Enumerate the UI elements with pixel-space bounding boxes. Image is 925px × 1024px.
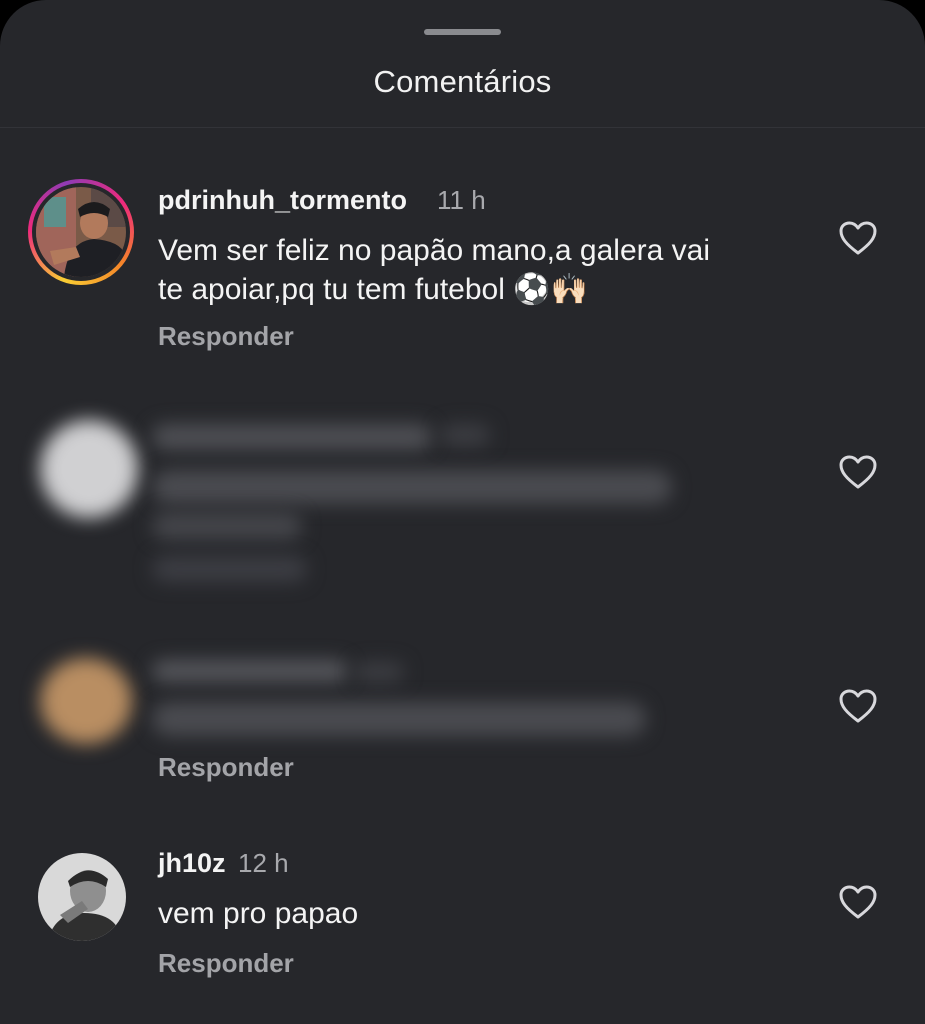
sheet-title: Comentários xyxy=(373,64,552,99)
avatar xyxy=(40,420,138,518)
heart-outline-icon[interactable] xyxy=(838,884,878,920)
header-divider xyxy=(0,127,925,128)
comment-username[interactable]: pdrinhuh_tormento xyxy=(158,185,407,216)
blurred-username xyxy=(152,424,432,450)
heart-outline-icon[interactable] xyxy=(838,220,878,256)
blurred-text-line xyxy=(152,512,302,540)
heart-outline-icon[interactable] xyxy=(838,688,878,724)
drag-handle[interactable] xyxy=(424,29,501,35)
comment-time: 12 h xyxy=(238,848,289,878)
heart-outline-icon[interactable] xyxy=(838,454,878,490)
blurred-text-line xyxy=(152,702,646,736)
blurred-username xyxy=(152,660,348,682)
comments-sheet: Comentários pdrinhuh_tormento 11 h Vem s… xyxy=(0,0,925,1024)
avatar[interactable] xyxy=(38,853,126,941)
avatar-story-ring[interactable] xyxy=(28,179,134,285)
blurred-reply xyxy=(152,556,307,582)
reply-button[interactable]: Responder xyxy=(158,948,294,979)
blurred-time xyxy=(354,662,404,682)
comment-time: 11 h xyxy=(437,185,486,215)
comment-text-line: te apoiar,pq tu tem futebol ⚽🙌🏻 xyxy=(158,273,588,306)
reply-button[interactable]: Responder xyxy=(158,752,294,783)
blurred-text-line xyxy=(152,470,672,504)
reply-button[interactable]: Responder xyxy=(158,321,294,352)
avatar xyxy=(40,658,132,744)
comment-username[interactable]: jh10z xyxy=(158,848,226,879)
blurred-time xyxy=(440,424,490,446)
comment-text-line: vem pro papao xyxy=(158,897,359,930)
avatar xyxy=(36,187,126,277)
